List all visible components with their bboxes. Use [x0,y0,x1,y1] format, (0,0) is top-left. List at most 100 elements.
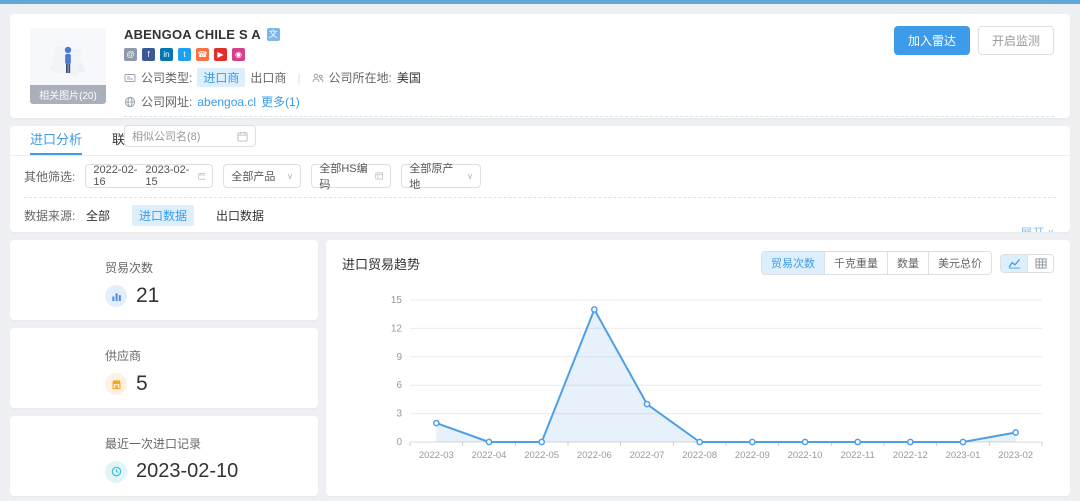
metric-trade-count-button[interactable]: 贸易次数 [762,252,824,274]
start-monitor-button[interactable]: 开启监测 [978,26,1054,55]
y-axis-tick-label: 12 [391,323,403,334]
x-axis-tick-label: 2022-09 [735,450,770,461]
trend-chart-card: 进口贸易趋势 贸易次数 千克重量 数量 美元总价 036912 [326,240,1070,496]
source-option-import[interactable]: 进口数据 [132,205,194,226]
data-point-2022-10[interactable] [802,439,807,444]
shop-icon [105,373,127,395]
stat-value: 2023-02-10 [136,460,238,483]
stat-value: 5 [136,372,148,396]
stat-card-suppliers: 供应商 5 [10,328,318,408]
stat-label: 贸易次数 [105,259,318,276]
hs-code-picker-icon [375,171,383,181]
data-point-2022-05[interactable] [539,439,544,444]
main-content: 贸易次数 21 供应商 5 最近一次进口记录 [10,240,1070,496]
website-more-link[interactable]: 更多(1) [261,93,300,110]
data-point-2022-11[interactable] [855,439,860,444]
filter-row: 其他筛选: 2022-02-16 2023-02-15 全部产品 ∨ 全部HS编… [24,164,1056,188]
data-point-2022-03[interactable] [434,420,439,425]
product-select[interactable]: 全部产品 ∨ [223,164,301,188]
data-point-2023-02[interactable] [1013,430,1018,435]
similar-company-placeholder: 相似公司名(8) [132,128,200,144]
metric-usd-total-button[interactable]: 美元总价 [928,252,991,274]
stat-label: 最近一次进口记录 [105,435,318,452]
x-axis-tick-label: 2022-03 [419,450,454,461]
x-axis-tick-label: 2022-08 [682,450,717,461]
data-point-2022-12[interactable] [908,439,913,444]
email-icon[interactable]: @ [124,48,137,61]
twitter-icon[interactable]: t [178,48,191,61]
header-dashed-divider [124,116,1054,117]
clock-icon [105,461,127,483]
linkedin-icon[interactable]: in [160,48,173,61]
source-option-all[interactable]: 全部 [86,207,110,224]
source-option-export[interactable]: 出口数据 [216,207,264,224]
x-axis-tick-label: 2022-07 [630,450,665,461]
y-axis-tick-label: 15 [391,295,403,306]
youtube-icon[interactable]: ▶ [214,48,227,61]
add-radar-button[interactable]: 加入雷达 [894,26,970,55]
x-axis-tick-label: 2022-04 [472,450,507,461]
date-range-input[interactable]: 2022-02-16 2023-02-15 [85,164,213,188]
website-link[interactable]: abengoa.cl [197,95,256,109]
company-type-row: 公司类型: 进口商 出口商 | 公司所在地: 美国 [124,68,1054,87]
origin-select-value: 全部原产地 [409,160,460,192]
expand-link[interactable]: 展开 ∨ [1020,224,1054,232]
tab-import-analysis[interactable]: 进口分析 [30,126,82,155]
type-exporter-option[interactable]: 出口商 [250,69,286,86]
website-label: 公司网址: [141,93,192,110]
x-axis-tick-label: 2022-10 [788,450,823,461]
vertical-divider: | [297,71,300,85]
chart-toolbar: 贸易次数 千克重量 数量 美元总价 [761,251,1054,275]
website-icon [124,96,136,108]
metric-button-group: 贸易次数 千克重量 数量 美元总价 [761,251,992,275]
chevron-down-icon: ∨ [287,171,294,182]
similar-company-input[interactable]: 相似公司名(8) [124,125,256,147]
metric-quantity-button[interactable]: 数量 [887,252,928,274]
other-filter-label: 其他筛选: [24,168,75,185]
x-axis-tick-label: 2023-01 [946,450,981,461]
location-label: 公司所在地: [329,69,392,86]
data-point-2022-09[interactable] [750,439,755,444]
company-name: ABENGOA CHILE S A [124,27,261,42]
company-image[interactable]: 相关图片(20) [30,28,106,104]
company-header-card: 相关图片(20) ABENGOA CHILE S A 文 @ fint ☎ ▶ ◉ 公司… [10,14,1070,118]
company-type-label: 公司类型: [141,69,192,86]
chevron-down-icon: ∨ [1047,227,1054,232]
stat-label: 供应商 [105,347,318,364]
related-images-label[interactable]: 相关图片(20) [30,85,106,104]
stat-card-last-import: 最近一次进口记录 2023-02-10 [10,416,318,496]
stats-column: 贸易次数 21 供应商 5 最近一次进口记录 [10,240,318,496]
line-chart-view-icon[interactable] [1001,255,1027,272]
header-actions: 加入雷达 开启监测 [894,26,1054,55]
location-icon [312,72,324,84]
y-axis-tick-label: 3 [396,409,402,420]
hs-code-select[interactable]: 全部HS编码 [311,164,391,188]
calendar-icon [198,171,206,181]
metric-kg-weight-button[interactable]: 千克重量 [824,252,887,274]
trend-chart: 036912152022-032022-042022-052022-062022… [342,282,1054,482]
phone-icon[interactable]: ☎ [196,48,209,61]
data-point-2022-04[interactable] [486,439,491,444]
data-point-2022-08[interactable] [697,439,702,444]
instagram-icon[interactable]: ◉ [232,48,245,61]
x-axis-tick-label: 2022-11 [841,450,875,461]
table-view-icon[interactable] [1027,255,1053,272]
type-importer-tag[interactable]: 进口商 [197,68,245,87]
data-source-section: 数据来源: 全部 进口数据 出口数据 全部进口 海上丝绸之路提单 美国 展开 ∨ [10,198,1070,232]
y-axis-tick-label: 0 [396,437,402,448]
top-accent-bar [0,0,1080,4]
chevron-down-icon: ∨ [467,171,474,182]
data-point-2022-06[interactable] [592,307,597,312]
company-type-icon [124,72,136,84]
x-axis-tick-label: 2023-02 [998,450,1033,461]
data-point-2022-07[interactable] [644,402,649,407]
person-illustration-icon [46,36,90,84]
calendar-icon [237,131,248,142]
origin-select[interactable]: 全部原产地 ∨ [401,164,481,188]
translate-icon[interactable]: 文 [267,28,280,41]
product-select-value: 全部产品 [231,168,275,184]
expand-label: 展开 [1020,224,1044,232]
facebook-icon[interactable]: f [142,48,155,61]
data-point-2023-01[interactable] [960,439,965,444]
bar-chart-icon [105,285,127,307]
